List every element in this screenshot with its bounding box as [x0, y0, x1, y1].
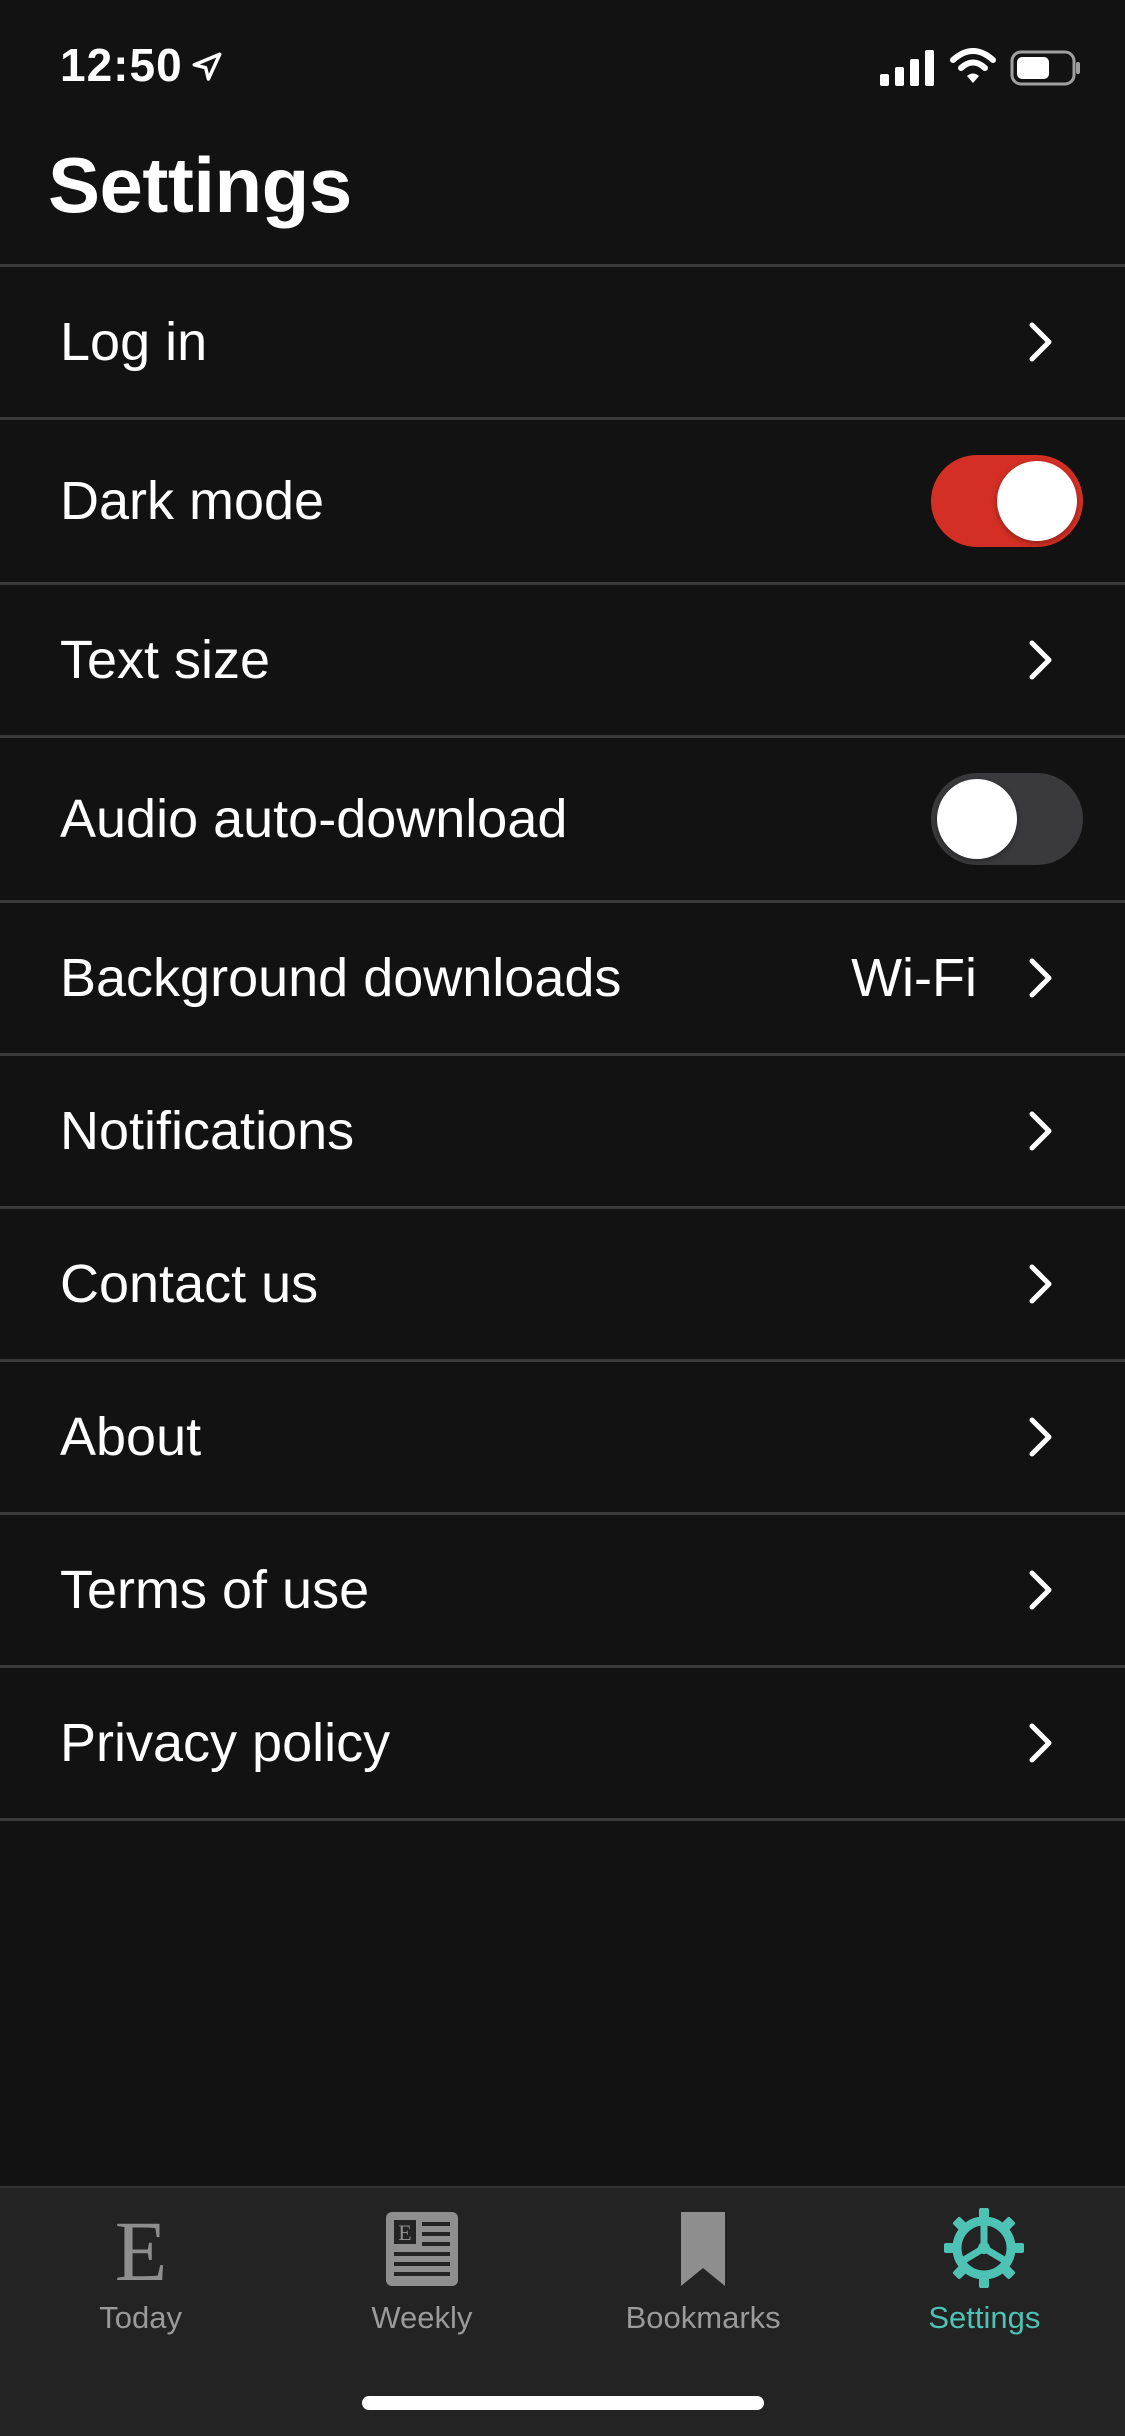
tab-label: Bookmarks — [625, 2300, 781, 2335]
settings-row-log-in[interactable]: Log in — [0, 267, 1125, 420]
settings-row-about[interactable]: About — [0, 1362, 1125, 1515]
wifi-icon — [950, 48, 996, 83]
row-label: Dark mode — [60, 471, 325, 531]
row-value: Wi-Fi — [851, 948, 977, 1008]
row-label: Log in — [60, 312, 208, 372]
settings-row-notifications[interactable]: Notifications — [0, 1056, 1125, 1209]
newspaper-icon: E — [385, 2212, 458, 2286]
chevron-right-icon — [1029, 1264, 1052, 1304]
gear-icon — [944, 2208, 1025, 2288]
svg-text:E: E — [114, 2206, 167, 2290]
chevron-right-icon — [1029, 1111, 1052, 1151]
page-title: Settings — [48, 141, 352, 229]
tab-label: Today — [99, 2300, 182, 2335]
settings-list: Log in Dark mode Text size Audio auto-do… — [0, 264, 1125, 1821]
row-label: Contact us — [60, 1254, 319, 1314]
settings-row-terms-of-use[interactable]: Terms of use — [0, 1515, 1125, 1668]
chevron-right-icon — [1029, 640, 1052, 680]
location-arrow-icon — [192, 52, 222, 81]
home-indicator — [362, 2396, 764, 2410]
chevron-right-icon — [1029, 322, 1052, 362]
tab-today[interactable]: E Today — [0, 2188, 281, 2436]
chevron-right-icon — [1029, 1570, 1052, 1610]
row-label: About — [60, 1407, 202, 1467]
dark-mode-toggle[interactable] — [931, 455, 1083, 547]
tab-label: Weekly — [371, 2300, 473, 2335]
row-label: Background downloads — [60, 948, 622, 1008]
bookmark-icon — [681, 2212, 726, 2286]
row-label: Audio auto-download — [60, 789, 568, 849]
row-label: Notifications — [60, 1101, 355, 1161]
settings-row-text-size[interactable]: Text size — [0, 585, 1125, 738]
settings-row-audio-auto-download: Audio auto-download — [0, 738, 1125, 903]
settings-row-contact-us[interactable]: Contact us — [0, 1209, 1125, 1362]
tab-label: Settings — [928, 2300, 1041, 2335]
settings-screen: 12:50 Settings Log in Dark mode Text siz… — [0, 0, 1125, 2436]
settings-row-dark-mode: Dark mode — [0, 420, 1125, 585]
status-time: 12:50 — [60, 39, 183, 91]
settings-row-privacy-policy[interactable]: Privacy policy — [0, 1668, 1125, 1821]
row-label: Terms of use — [60, 1560, 370, 1620]
toggle-knob — [937, 779, 1017, 859]
economist-e-icon: E — [114, 2206, 167, 2290]
chevron-right-icon — [1029, 958, 1052, 998]
settings-row-background-downloads[interactable]: Background downloads Wi-Fi — [0, 903, 1125, 1056]
audio-auto-download-toggle[interactable] — [931, 773, 1083, 865]
cellular-signal-icon — [880, 50, 934, 86]
status-bar: 12:50 — [0, 0, 1125, 130]
row-label: Text size — [60, 630, 271, 690]
battery-icon — [1010, 50, 1080, 86]
chevron-right-icon — [1029, 1417, 1052, 1457]
svg-text:E: E — [398, 2220, 411, 2245]
chevron-right-icon — [1029, 1723, 1052, 1763]
tab-settings[interactable]: Settings — [844, 2188, 1125, 2436]
toggle-knob — [997, 461, 1077, 541]
row-label: Privacy policy — [60, 1713, 391, 1773]
